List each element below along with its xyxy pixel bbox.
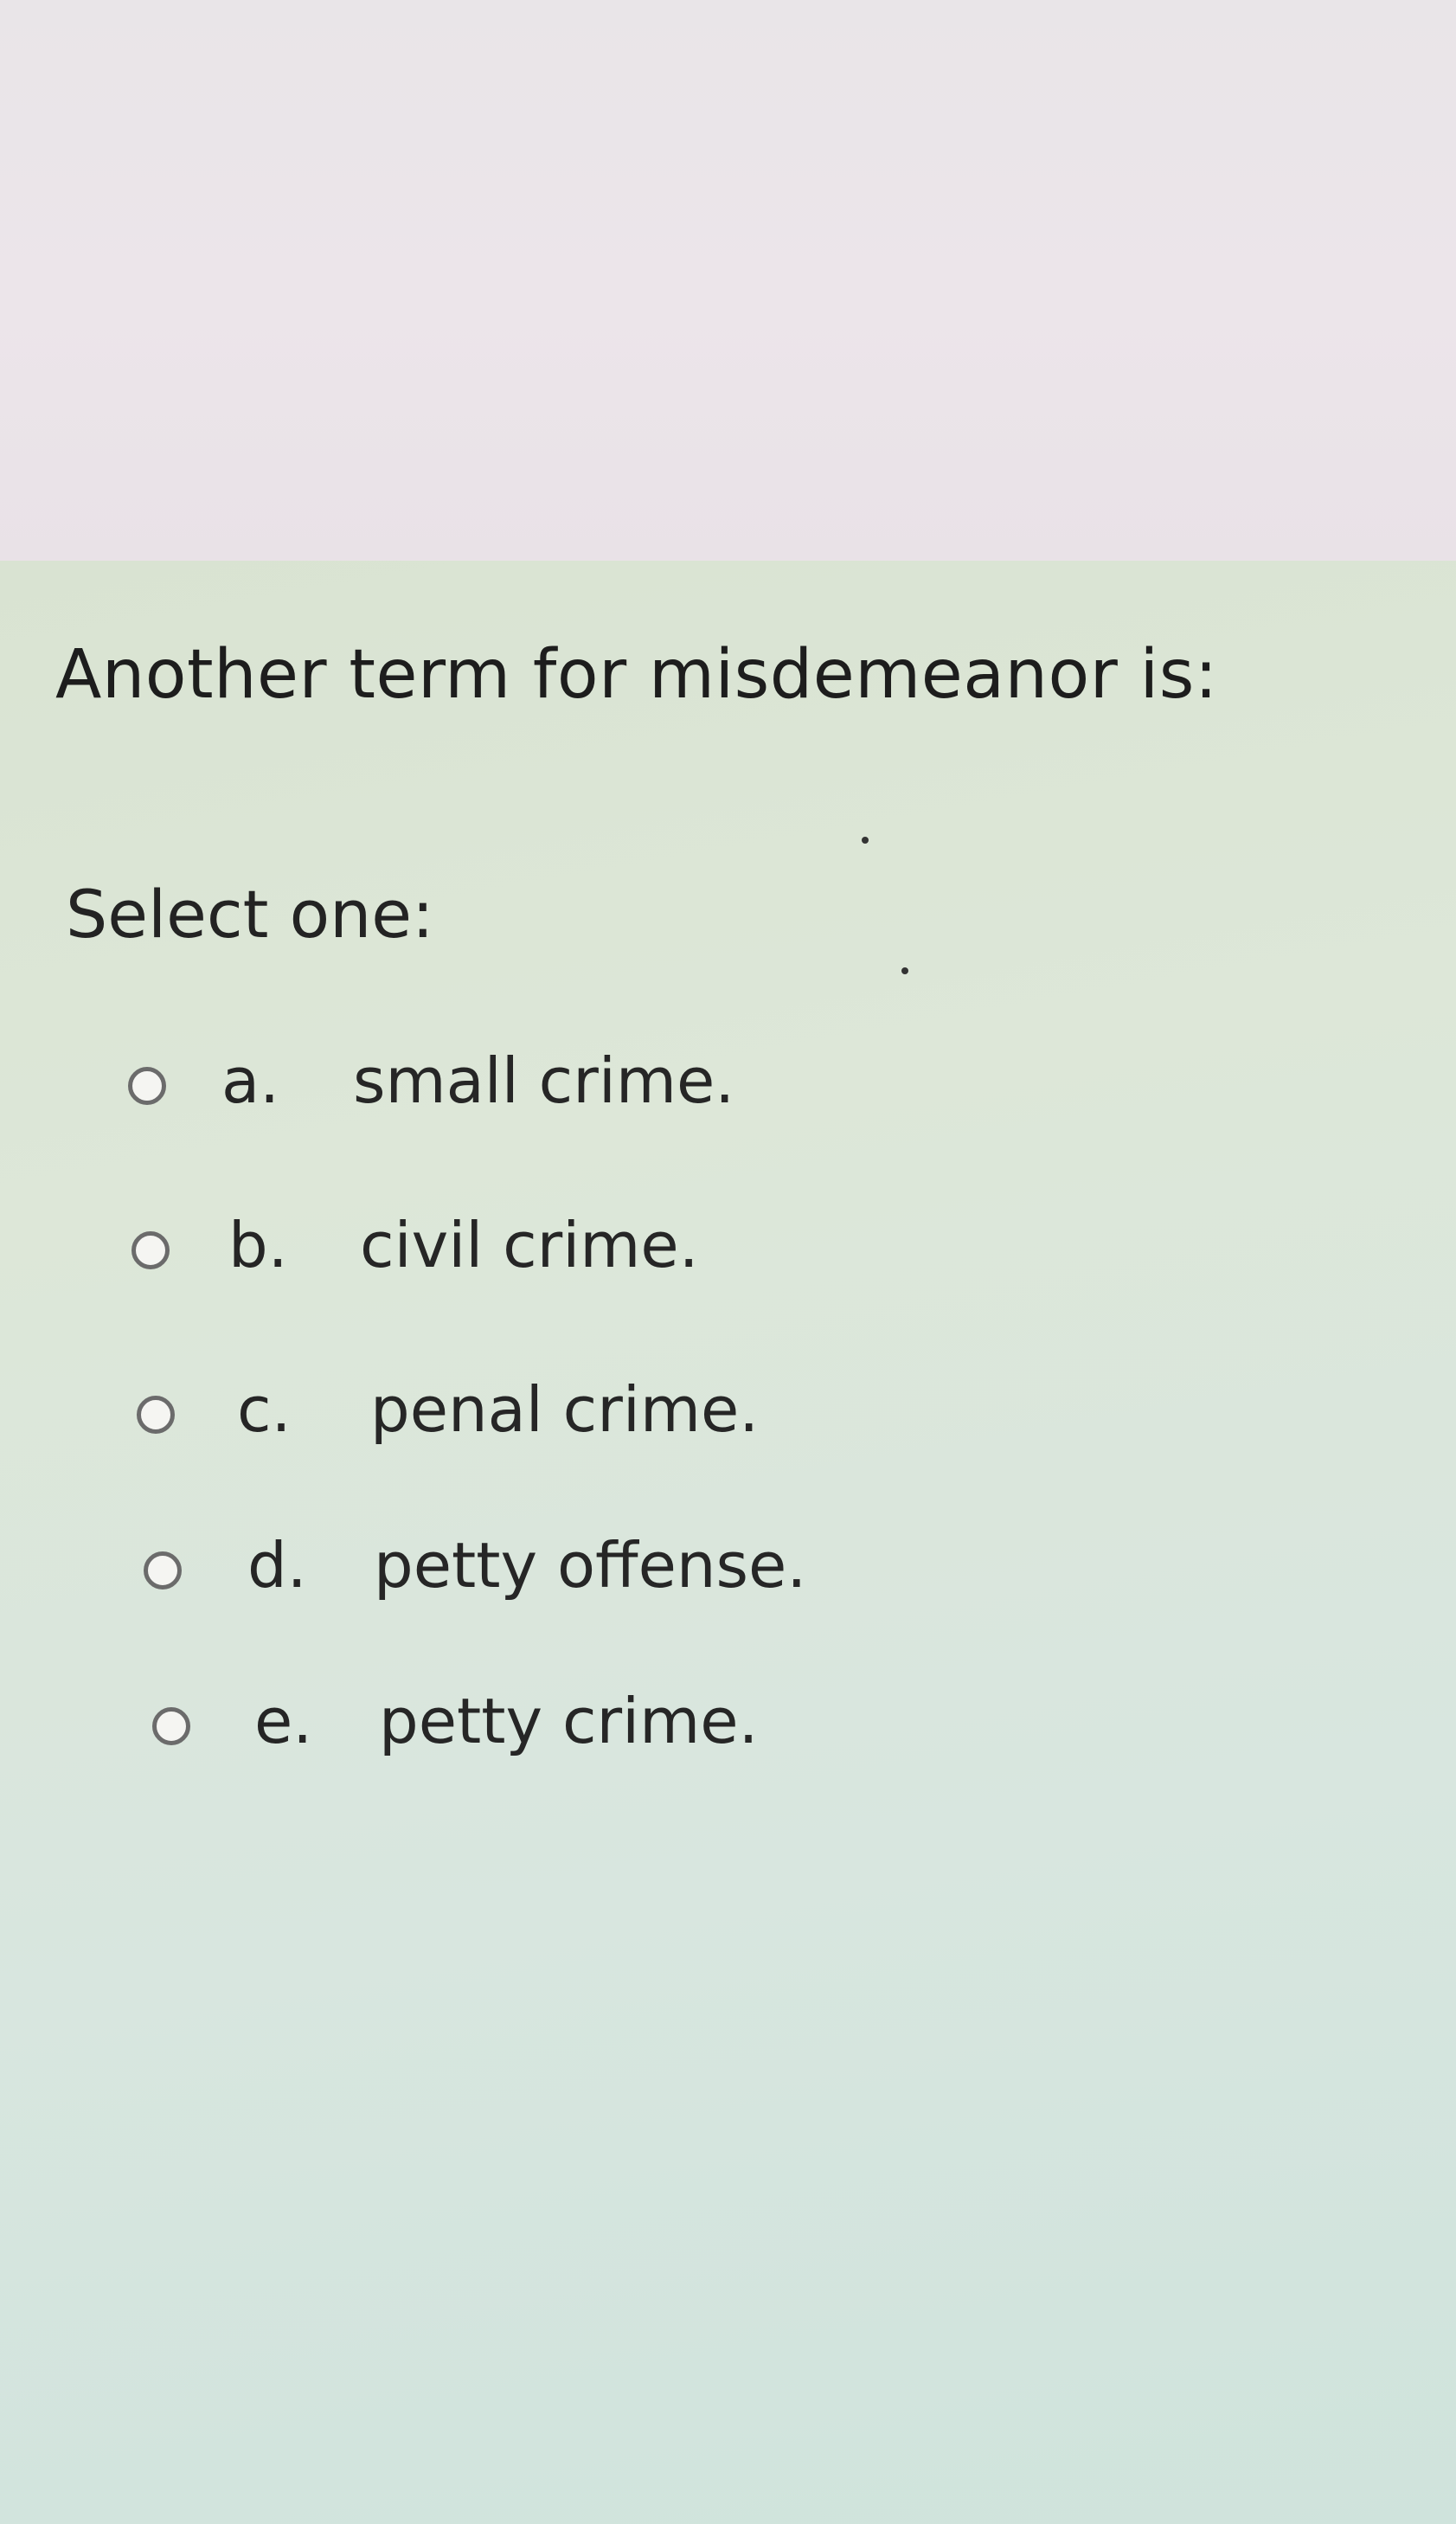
answer-option-c[interactable]: c. penal crime. [137,1363,794,1467]
option-text-c: penal crime. [370,1373,760,1446]
radio-button-e[interactable] [152,1707,190,1745]
radio-button-b[interactable] [131,1231,170,1269]
radio-button-d[interactable] [144,1551,182,1590]
answer-option-e[interactable]: e. petty crime. [152,1674,810,1778]
select-one-prompt: Select one: [66,876,434,953]
option-letter-b: b. [228,1209,288,1281]
option-letter-d: d. [247,1529,307,1602]
option-text-e: petty crime. [379,1685,759,1757]
radio-button-c[interactable] [137,1396,175,1434]
screen-speck [901,967,908,974]
option-letter-e: e. [254,1685,313,1757]
option-text-d: petty offense. [374,1529,807,1602]
option-letter-c: c. [237,1373,292,1446]
answer-option-a[interactable]: a. small crime. [128,1034,768,1138]
question-text: Another term for misdemeanor is: [55,636,1218,714]
radio-button-a[interactable] [128,1067,166,1105]
screen-speck [862,837,869,844]
page-header-area [0,0,1456,561]
option-letter-a: a. [221,1044,280,1117]
option-text-a: small crime. [353,1044,735,1117]
answer-option-b[interactable]: b. civil crime. [131,1198,772,1302]
option-text-b: civil crime. [360,1209,699,1281]
answer-option-d[interactable]: d. petty offense. [144,1519,853,1622]
